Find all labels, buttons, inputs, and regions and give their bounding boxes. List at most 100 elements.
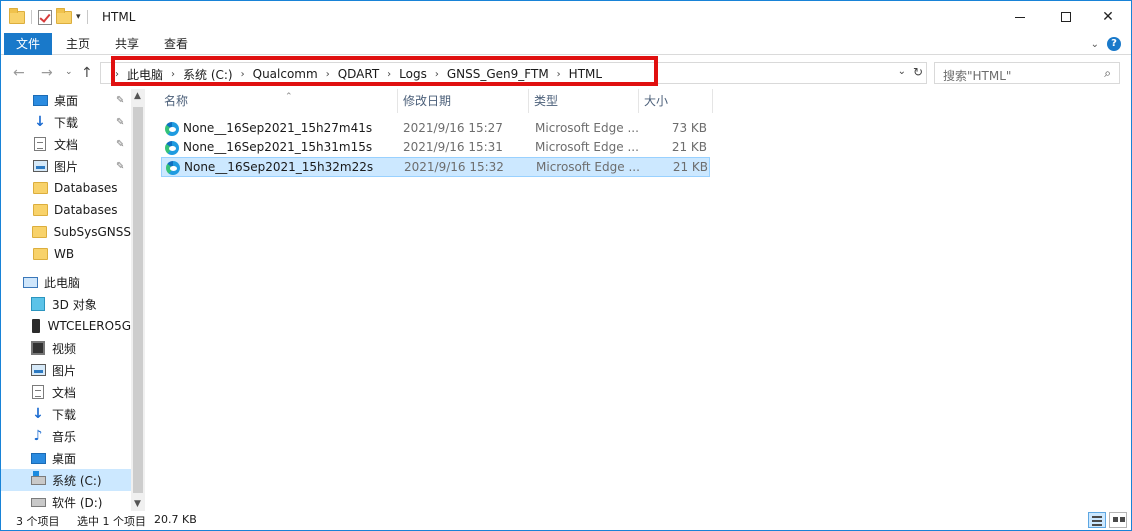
drive-icon [30,494,46,510]
sidebar-item-label: 图片 [54,159,79,174]
pin-icon[interactable]: ✎ [116,161,124,172]
breadcrumb-html[interactable]: HTML [569,67,602,81]
address-history-icon[interactable]: ⌄ [898,66,906,77]
sidebar-item-label: 此电脑 [44,275,81,290]
pin-icon[interactable]: ✎ [116,95,124,106]
document-icon [30,384,46,400]
pin-icon[interactable]: ✎ [116,117,124,128]
properties-icon[interactable] [38,9,52,25]
title-bar: ▾ HTML ✕ [1,1,1131,33]
desktop-icon [32,92,48,108]
maximize-button[interactable] [1043,1,1089,33]
sidebar-item-downloads[interactable]: ↓ 下载 ✎ [1,111,131,133]
sidebar-item-pictures[interactable]: 图片 ✎ [1,155,131,177]
sidebar-item-documents[interactable]: 文档 ✎ [1,133,131,155]
tab-share[interactable]: 共享 [104,33,150,55]
file-row[interactable]: None__16Sep2021_15h32m22s 2021/9/16 15:3… [161,157,710,177]
breadcrumb-chevron-icon[interactable]: › [171,69,175,80]
sidebar-item-3d-objects[interactable]: 3D 对象 [1,293,131,315]
back-arrow-icon[interactable]: ← [13,65,25,81]
sidebar-item-subsysgnss[interactable]: SubSysGNSS [1,221,131,243]
sidebar-item-desktop-pc[interactable]: 桌面 [1,447,131,469]
sidebar-item-documents-pc[interactable]: 文档 [1,381,131,403]
file-row[interactable]: None__16Sep2021_15h31m15s 2021/9/16 15:3… [161,138,710,158]
sidebar-item-databases[interactable]: Databases [1,177,131,199]
scrollbar-thumb[interactable] [133,107,143,493]
sidebar-item-downloads-pc[interactable]: ↓ 下载 [1,403,131,425]
edge-html-icon [166,161,180,175]
folder-icon [32,224,48,240]
help-icon[interactable]: ? [1107,37,1121,51]
sidebar-scrollbar[interactable]: ▲ ▼ [131,89,145,511]
expand-ribbon-icon[interactable]: ⌄ [1091,39,1099,50]
address-bar[interactable]: › 此电脑 › 系统 (C:) › Qualcomm › QDART › Log… [100,62,927,84]
breadcrumb-qdart[interactable]: QDART [338,67,379,81]
column-header-size[interactable]: 大小 [639,89,713,113]
sidebar-item-music[interactable]: ♪ 音乐 [1,425,131,447]
tab-file[interactable]: 文件 [4,33,53,55]
sidebar-item-software-drive[interactable]: 软件 (D:) [1,491,131,511]
tab-view[interactable]: 查看 [153,33,199,55]
sidebar-item-pictures-pc[interactable]: 图片 [1,359,131,381]
breadcrumb-chevron-icon[interactable]: › [387,69,391,80]
column-header-name[interactable]: ⌃ 名称 [159,89,398,113]
sidebar-item-databases-2[interactable]: Databases [1,199,131,221]
column-header-label: 大小 [644,94,669,108]
phone-icon [30,318,42,334]
breadcrumb-this-pc[interactable]: 此电脑 [127,66,163,83]
breadcrumb-chevron-icon[interactable]: › [241,69,245,80]
sidebar-item-label: 3D 对象 [52,297,97,312]
close-button[interactable]: ✕ [1085,1,1131,33]
folder-icon [32,246,48,262]
file-row[interactable]: None__16Sep2021_15h27m41s 2021/9/16 15:2… [161,119,710,139]
customize-toolbar-icon[interactable]: ▾ [76,12,81,22]
new-folder-icon[interactable] [56,7,72,24]
column-header-label: 修改日期 [403,94,452,108]
search-placeholder: 搜索"HTML" [943,69,1012,83]
column-header-date[interactable]: 修改日期 [398,89,529,113]
close-icon: ✕ [1102,9,1114,25]
system-drive-icon [30,470,46,488]
recent-locations-icon[interactable]: ⌄ [65,67,73,77]
scroll-up-icon[interactable]: ▲ [134,91,141,101]
sidebar-item-system-drive[interactable]: 系统 (C:) [1,469,131,491]
edge-html-icon [165,141,179,155]
file-size: 21 KB [672,160,708,174]
breadcrumb-gnss[interactable]: GNSS_Gen9_FTM [447,67,549,81]
ribbon-controls: ⌄ ? [1091,37,1121,51]
pictures-icon [30,362,46,378]
scroll-down-icon[interactable]: ▼ [134,499,141,509]
sidebar-item-wtcelero5g[interactable]: WTCELERO5G [1,315,131,337]
breadcrumb-qualcomm[interactable]: Qualcomm [253,67,318,81]
tab-home[interactable]: 主页 [55,33,101,55]
sidebar-item-label: WTCELERO5G [47,319,131,333]
selection-size: 20.7 KB [154,513,197,526]
sidebar-item-this-pc[interactable]: 此电脑 [1,271,131,293]
breadcrumb-chevron-icon[interactable]: › [326,69,330,80]
minimize-button[interactable] [997,1,1043,33]
sidebar-item-label: 图片 [52,363,77,378]
search-input[interactable]: 搜索"HTML" ⌕ [934,62,1120,84]
forward-arrow-icon[interactable]: → [41,65,53,81]
sidebar-item-wb[interactable]: WB [1,243,131,265]
search-icon[interactable]: ⌕ [1104,66,1111,81]
breadcrumb-chevron-icon[interactable]: › [557,69,561,80]
item-count: 3 个项目 [16,515,60,528]
pin-icon[interactable]: ✎ [116,139,124,150]
file-date: 2021/9/16 15:27 [403,121,503,135]
details-view-button[interactable] [1088,512,1106,528]
breadcrumb-system-drive[interactable]: 系统 (C:) [183,66,233,83]
file-name: None__16Sep2021_15h31m15s [183,140,373,154]
large-icons-view-button[interactable] [1109,512,1127,528]
folder-icon[interactable] [9,7,25,24]
sidebar-item-videos[interactable]: 视频 [1,337,131,359]
breadcrumb-logs[interactable]: Logs [399,67,427,81]
sidebar-item-desktop[interactable]: 桌面 ✎ [1,89,131,111]
up-arrow-icon[interactable]: ↑ [81,65,93,81]
maximize-icon [1061,12,1071,22]
column-header-type[interactable]: 类型 [529,89,639,113]
column-header-label: 名称 [164,94,189,108]
refresh-icon[interactable]: ↻ [913,65,923,79]
breadcrumb-chevron-icon[interactable]: › [115,69,119,80]
breadcrumb-chevron-icon[interactable]: › [435,69,439,80]
